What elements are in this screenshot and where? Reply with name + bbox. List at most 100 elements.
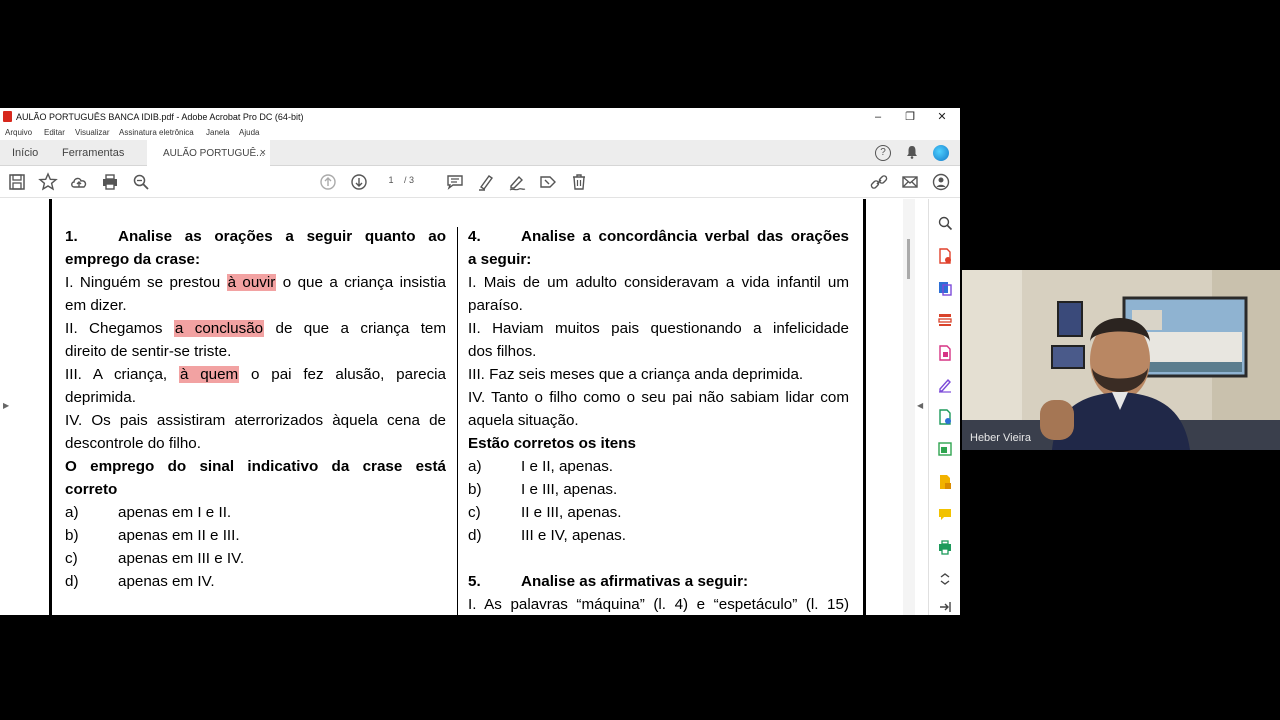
tab-document[interactable]: AULÃO PORTUGUÊ... × (147, 140, 270, 166)
q5-title: 5. Analise as afirmativas a seguir: (468, 573, 749, 590)
participant-name: Heber Vieira (970, 432, 1031, 444)
collapse-pane-icon[interactable] (937, 599, 953, 615)
page-indicator: 1/ 3 (378, 175, 414, 185)
left-panel-toggle-icon[interactable]: ▶ (3, 401, 9, 410)
page-border-left (49, 199, 52, 615)
export-pdf-icon[interactable] (937, 345, 953, 361)
menu-editar[interactable]: Editar (44, 128, 65, 137)
q1-item-ii-cont: direito de sentir-se triste. (65, 343, 232, 360)
bookmark-star-icon[interactable] (38, 172, 58, 192)
highlight-a-conclusao: a conclusão (173, 320, 265, 337)
page-number-input[interactable]: 1 (378, 175, 404, 185)
minimize-button[interactable]: – (868, 109, 888, 125)
webcam-video (962, 270, 1280, 450)
window-title: AULÃO PORTUGUÊS BANCA IDIB.pdf - Adobe A… (16, 112, 304, 122)
tab-document-label: AULÃO PORTUGUÊ... (163, 148, 265, 159)
menu-bar: Arquivo Editar Visualizar Assinatura ele… (0, 126, 960, 140)
q1-option-c: c) apenas em III e IV. (65, 550, 245, 567)
tab-close-icon[interactable]: × (260, 147, 266, 159)
comment-tool-icon[interactable] (937, 506, 953, 522)
column-divider (457, 227, 458, 615)
tab-tools[interactable]: Ferramentas (62, 147, 124, 159)
expand-more-icon[interactable] (937, 571, 953, 587)
edit-pdf-icon[interactable] (937, 409, 953, 425)
question-1: 1. Analise as orações a seguir quanto ao … (65, 225, 446, 593)
right-panel-toggle-icon[interactable]: ◀ (917, 401, 923, 410)
main-toolbar: 1/ 3 (0, 166, 960, 198)
q4-option-d: d) III e IV, apenas. (468, 527, 626, 544)
organize-pages-icon[interactable] (937, 312, 953, 328)
q1-item-ii: II. Chegamos a conclusão de que a crianç… (65, 320, 447, 337)
tools-pane (928, 199, 960, 615)
tab-bar: Início Ferramentas AULÃO PORTUGUÊ... × ? (0, 140, 960, 166)
q4-item-iv: IV. Tanto o filho como o seu pai não sab… (468, 389, 849, 406)
vertical-scrollbar[interactable] (903, 199, 915, 615)
q1-item-iv-cont: descontrole do filho. (65, 435, 201, 452)
q1-title-line1: 1. Analise as orações a seguir quanto ao (65, 228, 446, 245)
title-bar: AULÃO PORTUGUÊS BANCA IDIB.pdf - Adobe A… (0, 108, 960, 126)
menu-janela[interactable]: Janela (206, 128, 230, 137)
menu-arquivo[interactable]: Arquivo (5, 128, 32, 137)
document-viewer[interactable]: ▶ 1. Analise as orações a seguir quanto a… (0, 199, 928, 615)
close-window-button[interactable]: ✕ (932, 109, 952, 125)
q4-option-a: a) I e II, apenas. (468, 458, 614, 475)
delete-trash-icon[interactable] (569, 172, 589, 192)
user-share-icon[interactable] (931, 172, 951, 192)
create-pdf-icon[interactable] (937, 248, 953, 264)
q4-item-ii-cont: dos filhos. (468, 343, 537, 360)
q1-item-i: I. Ninguém se prestou à ouvir o que a cr… (65, 274, 447, 291)
restore-button[interactable]: ❐ (900, 109, 920, 125)
q4-prompt: Estão corretos os itens (468, 435, 636, 452)
save-icon[interactable] (7, 172, 27, 192)
menu-assinatura[interactable]: Assinatura eletrônica (119, 128, 194, 137)
q4-item-iv-cont: aquela situação. (468, 412, 579, 429)
print-icon[interactable] (100, 172, 120, 192)
comment-icon[interactable] (445, 172, 465, 192)
combine-files-icon[interactable] (937, 280, 953, 296)
share-link-icon[interactable] (869, 172, 889, 192)
q5-line1: I. As palavras “máquina” (l. 4) e “espet… (468, 596, 849, 613)
sign-icon[interactable] (507, 172, 527, 192)
fill-sign-icon[interactable] (937, 377, 953, 393)
q4-item-i-cont: paraíso. (468, 297, 523, 314)
page-total: / 3 (404, 175, 415, 185)
q1-item-iv: IV. Os pais assistiram aterrorizados àqu… (65, 412, 446, 429)
email-icon[interactable] (900, 172, 920, 192)
q1-item-i-cont: em dizer. (65, 297, 127, 314)
q4-title-line2: a seguir: (468, 251, 532, 268)
cloud-upload-icon[interactable] (69, 172, 89, 192)
zoom-tool-icon[interactable] (937, 215, 953, 231)
tab-home[interactable]: Início (12, 147, 38, 159)
q4-option-c: c) II e III, apenas. (468, 504, 622, 521)
print-production-icon[interactable] (937, 539, 953, 555)
page-border-right (863, 199, 866, 615)
scrollbar-thumb[interactable] (907, 239, 910, 279)
previous-page-icon[interactable] (318, 172, 338, 192)
bell-icon[interactable] (904, 145, 920, 161)
q1-item-iii-cont: deprimida. (65, 389, 136, 406)
next-page-icon[interactable] (349, 172, 369, 192)
menu-ajuda[interactable]: Ajuda (239, 128, 259, 137)
pdf-app-icon (3, 111, 12, 122)
q4-option-b: b) I e III, apenas. (468, 481, 618, 498)
q1-title-line2: emprego da crase: (65, 251, 201, 268)
protect-pdf-icon[interactable] (937, 474, 953, 490)
highlight-pen-icon[interactable] (476, 172, 496, 192)
q1-item-iii: III. A criança, à quem o pai fez alusão,… (65, 366, 446, 383)
account-avatar-icon[interactable] (933, 145, 949, 161)
menu-visualizar[interactable]: Visualizar (75, 128, 110, 137)
highlight-a-quem: à quem (178, 366, 240, 383)
highlight-a-ouvir: à ouvir (226, 274, 277, 291)
q4-item-iii: III. Faz seis meses que a criança anda d… (468, 366, 804, 383)
q1-prompt-line2: correto (65, 481, 118, 498)
q1-option-a: a) apenas em I e II. (65, 504, 232, 521)
acrobat-window: AULÃO PORTUGUÊS BANCA IDIB.pdf - Adobe A… (0, 108, 960, 615)
help-icon[interactable]: ? (875, 145, 891, 161)
q1-option-b: b) apenas em II e III. (65, 527, 240, 544)
zoom-search-icon[interactable] (131, 172, 151, 192)
q1-option-d: d) apenas em IV. (65, 573, 215, 590)
q4-item-i: I. Mais de um adulto consideravam a vida… (468, 274, 849, 291)
export-excel-icon[interactable] (937, 441, 953, 457)
stamp-icon[interactable] (538, 172, 558, 192)
